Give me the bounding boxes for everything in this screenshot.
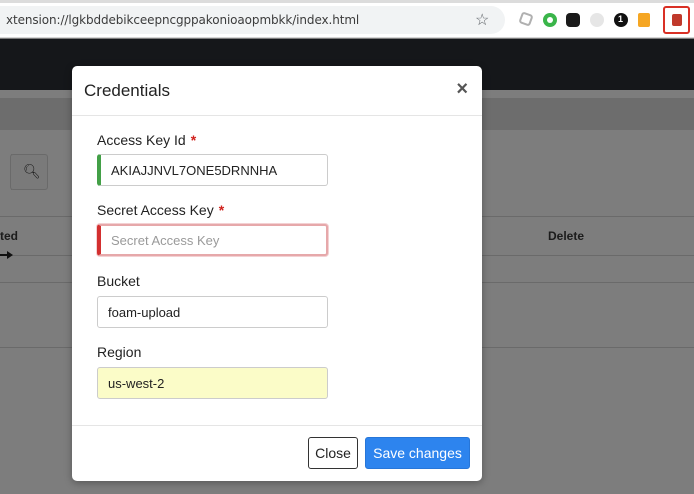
browser-toolbar: xtension://lgkbddebikceepncgppakonioaopm… — [0, 0, 694, 38]
extension-icon-pocket[interactable] — [566, 13, 580, 27]
extension-icon-puzzle[interactable] — [518, 11, 534, 27]
column-header-date: ted — [0, 229, 18, 243]
credentials-modal: Credentials × Access Key Id* Secret Acce… — [72, 66, 482, 481]
access-key-label-text: Access Key Id — [97, 132, 186, 148]
search-icon: 🔍︎ — [23, 163, 41, 179]
address-bar[interactable]: xtension://lgkbddebikceepncgppakonioaopm… — [0, 6, 505, 34]
save-changes-button[interactable]: Save changes — [365, 437, 470, 469]
required-marker: * — [218, 202, 225, 218]
bucket-input[interactable] — [97, 296, 328, 328]
extension-glyph — [672, 14, 682, 26]
arrow-pointer-icon — [0, 251, 13, 259]
close-button[interactable]: Close — [308, 437, 358, 469]
tab-strip-edge — [0, 0, 694, 3]
bookmark-star-icon[interactable]: ☆ — [475, 10, 489, 30]
secret-key-label: Secret Access Key * — [97, 202, 224, 218]
extension-icon-active[interactable] — [663, 6, 690, 34]
secret-key-input[interactable] — [97, 224, 328, 256]
bucket-label: Bucket — [97, 273, 140, 289]
region-label: Region — [97, 344, 142, 360]
extension-icon-1password[interactable]: 1 — [614, 13, 628, 27]
url-text[interactable]: xtension://lgkbddebikceepncgppakonioaopm… — [6, 13, 359, 27]
extension-icon-honey[interactable] — [638, 13, 650, 27]
extension-icon-grammarly[interactable] — [543, 13, 557, 27]
extension-badge: 1 — [618, 14, 624, 24]
extension-icon-ghost[interactable] — [590, 13, 604, 27]
access-key-input[interactable] — [97, 154, 328, 186]
close-icon[interactable]: × — [456, 78, 468, 101]
modal-title: Credentials — [84, 81, 170, 100]
access-key-label: Access Key Id * — [97, 132, 196, 148]
page-search-button: 🔍︎ — [10, 154, 48, 190]
required-marker: * — [190, 132, 197, 148]
secret-key-label-text: Secret Access Key — [97, 202, 214, 218]
region-input[interactable] — [97, 367, 328, 399]
modal-header: Credentials × — [72, 66, 482, 116]
column-header-delete: Delete — [548, 229, 585, 243]
